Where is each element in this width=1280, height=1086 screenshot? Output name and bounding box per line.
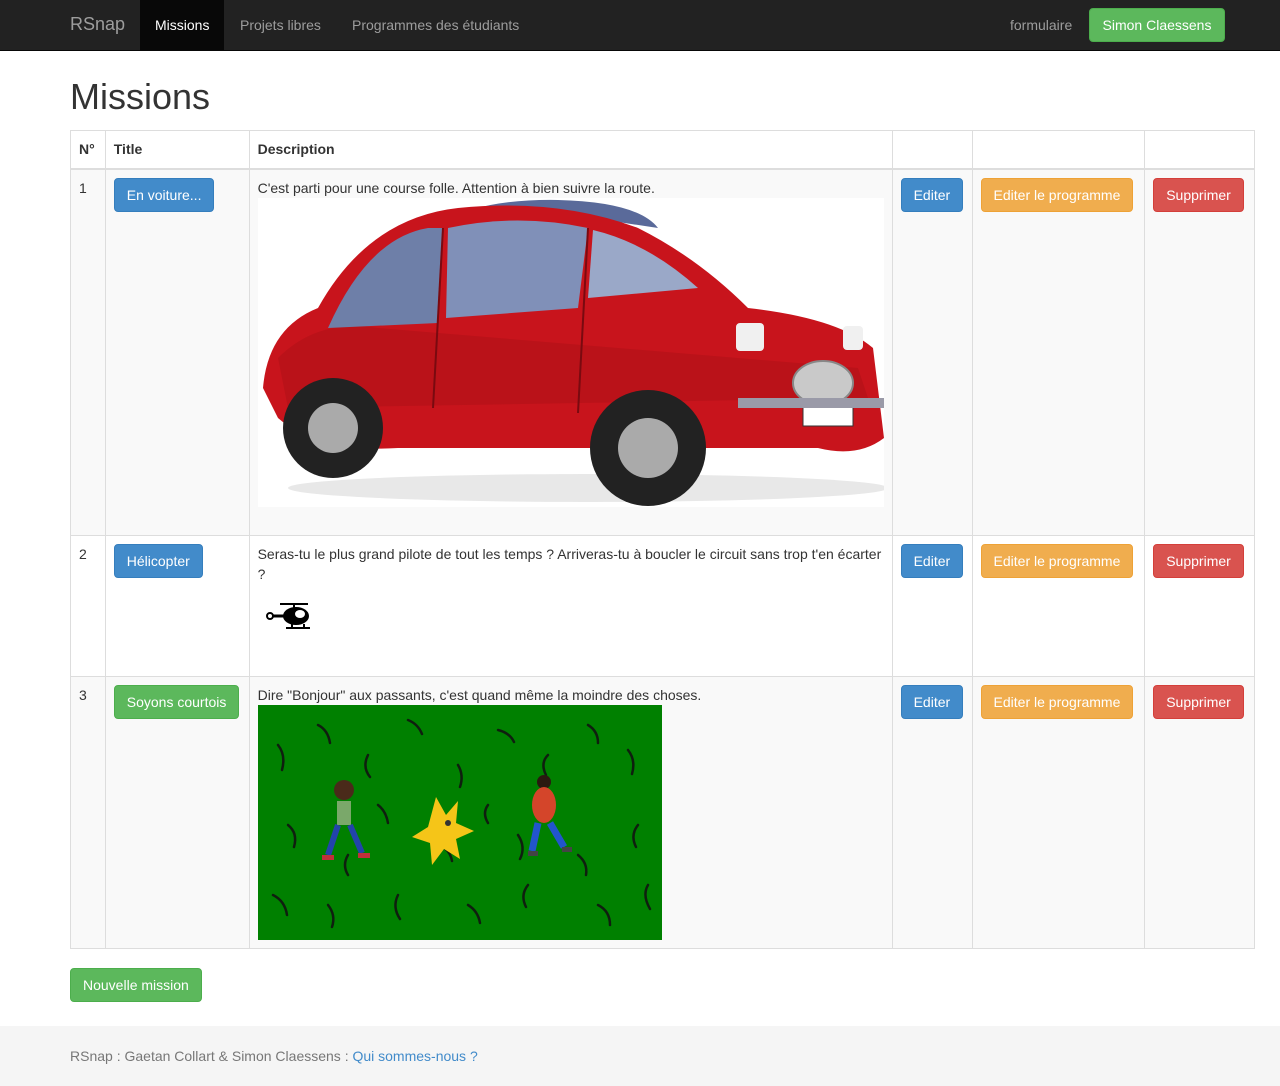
about-link[interactable]: Qui sommes-nous ? xyxy=(352,1048,477,1064)
header-edit-program xyxy=(971,130,1146,170)
table-row: 3 Soyons courtois Dire "Bonjour" aux pas… xyxy=(70,676,1255,949)
header-title: Title xyxy=(104,130,250,170)
edit-button[interactable]: Editer xyxy=(900,177,964,212)
edit-program-button[interactable]: Editer le programme xyxy=(980,685,1134,719)
mission-title-button[interactable]: Hélicopter xyxy=(113,544,203,578)
edit-button[interactable]: Editer xyxy=(900,685,964,719)
footer: RSnap : Gaetan Collart & Simon Claessens… xyxy=(0,1026,1280,1086)
missions-table: N° Title Description 1 En voiture... C'e… xyxy=(70,130,1255,949)
delete-button[interactable]: Supprimer xyxy=(1153,177,1244,212)
red-car-image xyxy=(257,197,884,507)
footer-credits: RSnap : Gaetan Collart & Simon Claessens… xyxy=(70,1048,349,1064)
nav-formulaire[interactable]: formulaire xyxy=(995,0,1087,50)
mission-description: C'est parti pour une course folle. Atten… xyxy=(257,179,655,196)
header-edit xyxy=(891,130,973,170)
brand-logo[interactable]: RSnap xyxy=(70,14,125,35)
grass-scene-image xyxy=(257,705,662,940)
edit-button[interactable]: Editer xyxy=(900,544,964,578)
delete-button[interactable]: Supprimer xyxy=(1153,544,1244,578)
delete-button[interactable]: Supprimer xyxy=(1153,685,1244,719)
nav-programmes-etudiants[interactable]: Programmes des étudiants xyxy=(337,0,534,50)
nav-projets-libres[interactable]: Projets libres xyxy=(225,0,336,50)
table-row: 1 En voiture... C'est parti pour une cou… xyxy=(70,168,1255,536)
header-delete xyxy=(1144,130,1255,170)
table-row: 2 Hélicopter Seras-tu le plus grand pilo… xyxy=(70,535,1255,677)
mission-title-button[interactable]: En voiture... xyxy=(113,177,215,212)
helicopter-icon xyxy=(265,603,310,629)
top-navbar: RSnap Missions Projets libres Programmes… xyxy=(0,0,1280,51)
row-number: 1 xyxy=(70,168,106,536)
new-mission-button[interactable]: Nouvelle mission xyxy=(70,968,202,1002)
edit-program-button[interactable]: Editer le programme xyxy=(980,177,1134,212)
table-header-row: N° Title Description xyxy=(70,130,1255,170)
header-description: Description xyxy=(248,130,893,170)
mission-title-button[interactable]: Soyons courtois xyxy=(113,685,240,719)
row-number: 3 xyxy=(70,676,106,949)
mission-description: Seras-tu le plus grand pilote de tout le… xyxy=(257,546,882,582)
mission-description: Dire "Bonjour" aux passants, c'est quand… xyxy=(257,687,702,703)
edit-program-button[interactable]: Editer le programme xyxy=(980,544,1134,578)
row-number: 2 xyxy=(70,535,106,677)
header-number: N° xyxy=(70,130,106,170)
nav-missions[interactable]: Missions xyxy=(140,0,225,50)
page-title: Missions xyxy=(70,76,211,117)
user-button[interactable]: Simon Claessens xyxy=(1089,8,1225,42)
